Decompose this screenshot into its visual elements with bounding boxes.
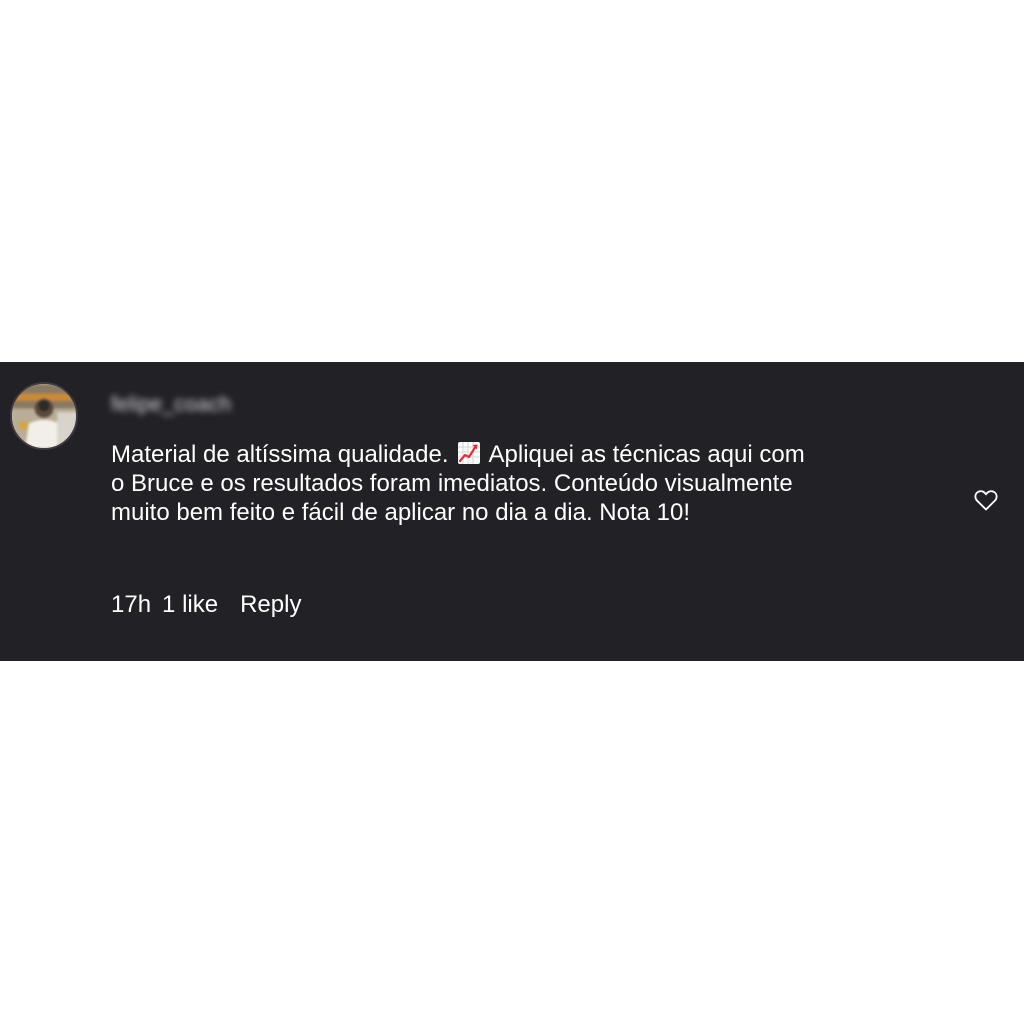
timestamp: 17h	[111, 591, 152, 618]
username[interactable]: felipe_coach	[111, 393, 231, 417]
chart-increasing-emoji-icon	[457, 441, 481, 465]
avatar-photo	[12, 384, 76, 448]
comment-card: felipe_coach Material de altíssima quali…	[0, 362, 1024, 661]
comment-text-segment: Apliquei as técnicas aqui com	[488, 441, 805, 468]
avatar[interactable]	[10, 382, 78, 450]
comment-meta: 17h 1 like Reply	[111, 591, 301, 619]
comment-text-line: muito bem feito e fácil de aplicar no di…	[111, 499, 690, 526]
comment-text-line: Material de altíssima qualidade. Aplique…	[111, 440, 871, 469]
reply-button[interactable]: Reply	[240, 591, 301, 619]
like-button[interactable]	[972, 486, 1000, 514]
comment-text-segment: Material de altíssima qualidade.	[111, 441, 449, 468]
comment-text-line: o Bruce e os resultados foram imediatos.…	[111, 470, 793, 497]
like-count[interactable]: 1 like	[162, 591, 218, 619]
heart-outline-icon	[974, 490, 998, 511]
comment-text: Material de altíssima qualidade. Aplique…	[111, 440, 871, 527]
